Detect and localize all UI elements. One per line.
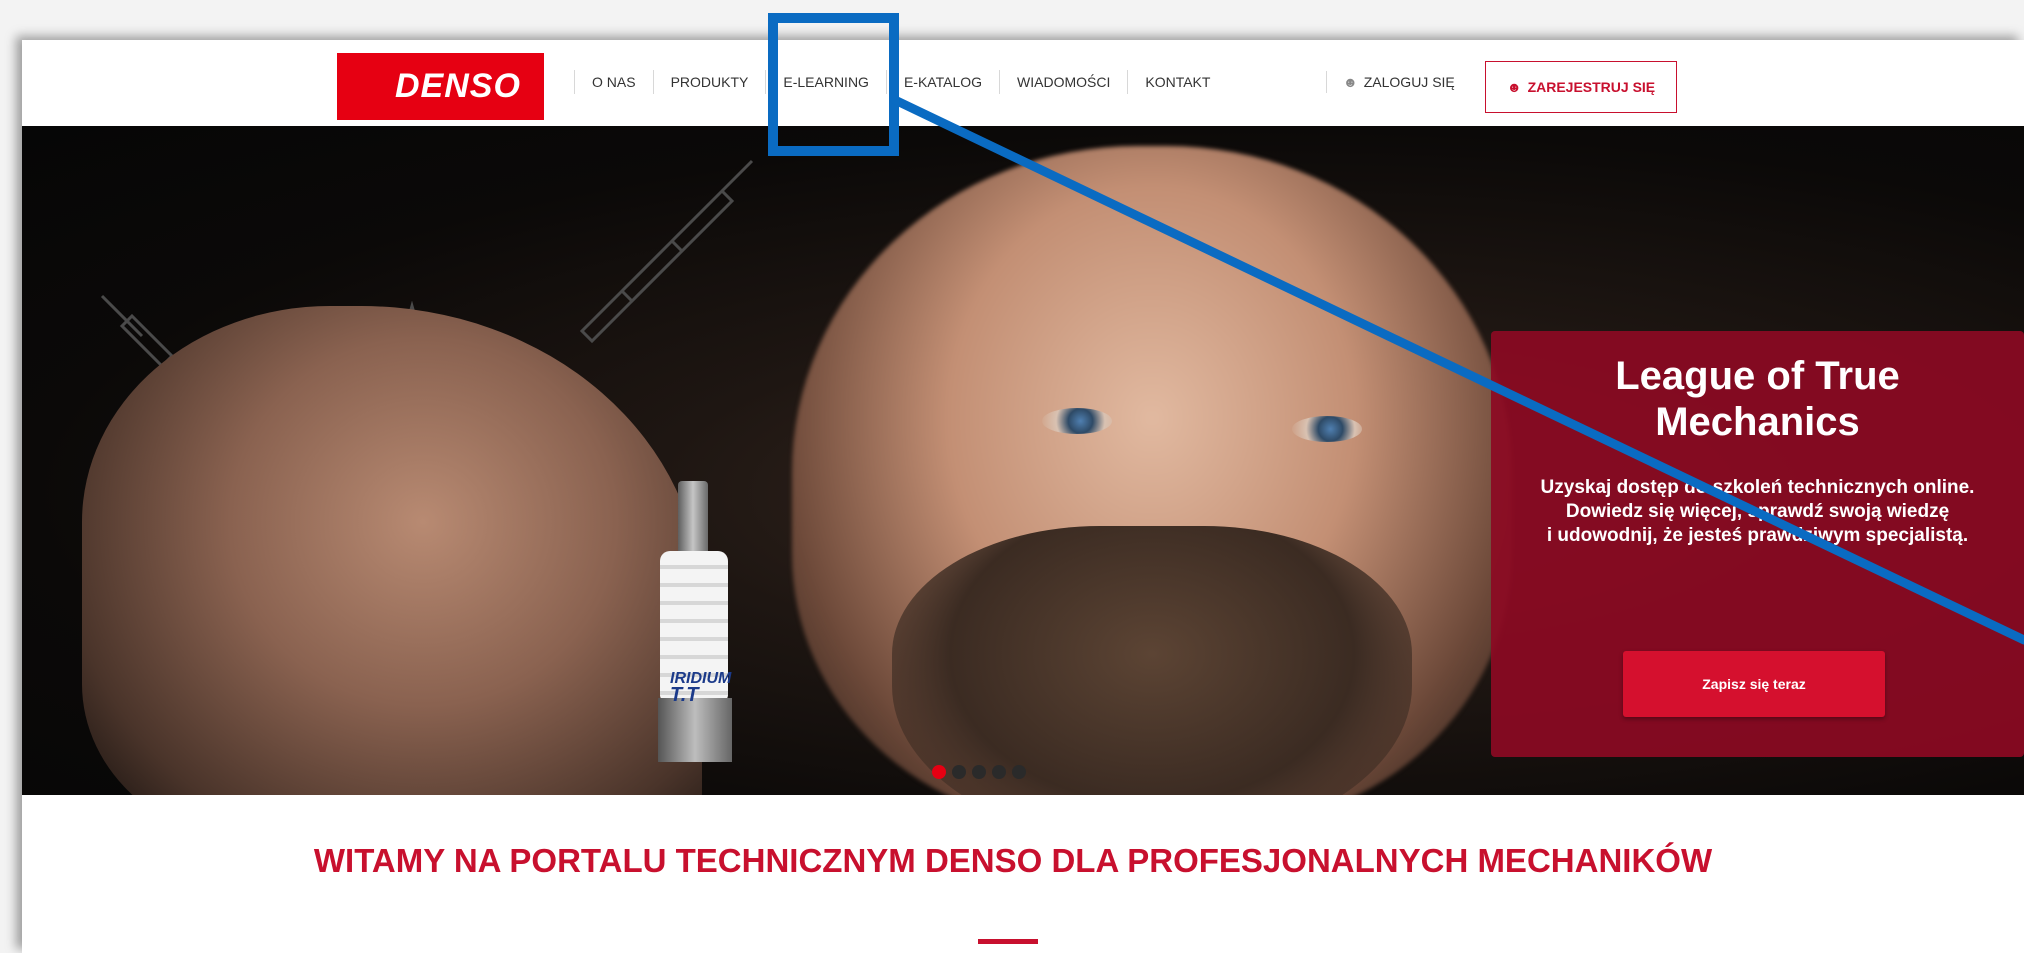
highlight-box <box>768 13 899 156</box>
hand-image <box>82 306 702 795</box>
denso-logo[interactable]: DENSO <box>337 53 544 120</box>
nav-item-kontakt[interactable]: KONTAKT <box>1127 70 1227 94</box>
hero-slider: IRIDIUM T.T League of True Mechanics Uzy… <box>22 126 2024 795</box>
nav-item-o-nas[interactable]: O NAS <box>574 70 653 94</box>
register-label: ZAREJESTRUJ SIĘ <box>1527 79 1656 95</box>
login-link[interactable]: ☻ ZALOGUJ SIĘ <box>1326 71 1455 93</box>
promo-card: League of True Mechanics Uzyskaj dostęp … <box>1491 331 2024 757</box>
nav-item-e-katalog[interactable]: E-KATALOG <box>885 70 999 94</box>
site-header: DENSO O NAS PRODUKTY E-LEARNING E-KATALO… <box>22 40 2024 126</box>
promo-text: Uzyskaj dostęp do szkoleń technicznych o… <box>1540 477 1975 546</box>
browser-page: DENSO O NAS PRODUKTY E-LEARNING E-KATALO… <box>22 40 2024 953</box>
left-eye <box>1042 408 1112 434</box>
slider-dot-2[interactable] <box>952 765 966 779</box>
promo-title: League of True Mechanics <box>1615 354 1900 444</box>
logo-text: DENSO <box>395 67 521 105</box>
nav-item-produkty[interactable]: PRODUKTY <box>652 70 766 94</box>
user-icon: ☻ <box>1343 74 1358 90</box>
slider-dot-5[interactable] <box>1012 765 1026 779</box>
login-label: ZALOGUJ SIĘ <box>1363 74 1455 90</box>
main-nav: O NAS PRODUKTY E-LEARNING E-KATALOG WIAD… <box>574 70 1227 94</box>
user-add-icon: ☻ <box>1506 79 1522 95</box>
spark-plug-outline-icon-2 <box>579 159 754 344</box>
spark-plug-nut <box>658 698 732 762</box>
welcome-heading: WITAMY NA PORTALU TECHNICZNYM DENSO DLA … <box>313 842 1713 879</box>
screenshot-frame: DENSO O NAS PRODUKTY E-LEARNING E-KATALO… <box>0 0 2024 953</box>
signup-now-button[interactable]: Zapisz się teraz <box>1623 651 1885 717</box>
slider-dots <box>932 765 1026 779</box>
heading-underline <box>978 939 1038 944</box>
register-button[interactable]: ☻ ZAREJESTRUJ SIĘ <box>1485 61 1677 113</box>
spark-plug-label: IRIDIUM T.T <box>670 671 731 706</box>
nav-item-wiadomosci[interactable]: WIADOMOŚCI <box>999 70 1127 94</box>
beard-image <box>892 526 1412 795</box>
logo-swoosh-inner <box>337 53 385 120</box>
slider-dot-3[interactable] <box>972 765 986 779</box>
slider-dot-4[interactable] <box>992 765 1006 779</box>
right-eye <box>1292 416 1362 442</box>
spark-plug-terminal <box>678 481 708 556</box>
plug-label-line2: T.T <box>670 684 699 706</box>
slider-dot-1[interactable] <box>932 765 946 779</box>
